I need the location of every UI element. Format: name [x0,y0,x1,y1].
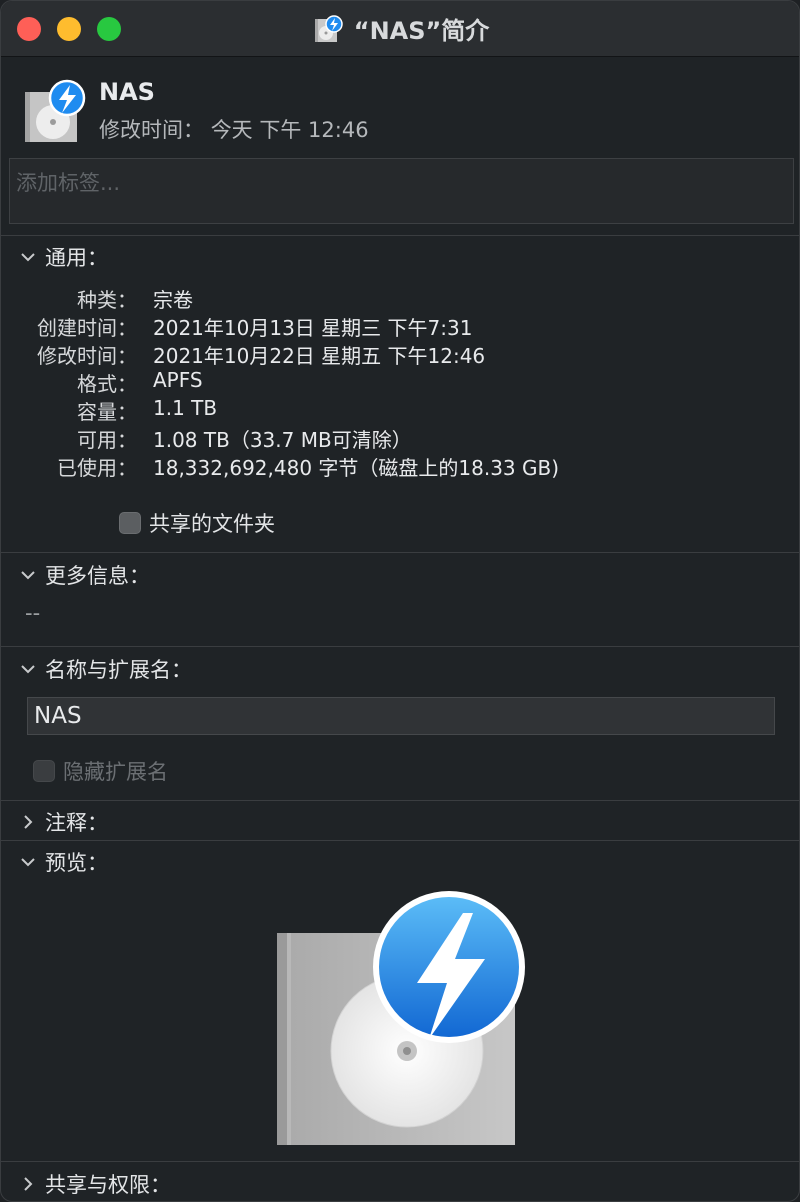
info-label: 格式： [77,372,137,396]
info-value: 1.08 TB（33.7 MB可清除） [153,428,412,452]
hide-extension-checkbox[interactable] [33,760,55,782]
hide-extension-label: 隐藏扩展名 [63,760,168,784]
section-comments-toggle[interactable]: 注释： [19,807,108,835]
section-name-ext-title: 名称与扩展名： [45,658,192,682]
section-more-info-toggle[interactable]: 更多信息： [19,560,150,588]
hide-extension-option[interactable]: 隐藏扩展名 [33,756,168,784]
info-row-used: 已使用： 18,332,692,480 字节（磁盘上的18.33 GB) [1,452,799,480]
title-bar[interactable]: “NAS”简介 [1,1,799,57]
info-window: “NAS”简介 NAS 修改时间： 今天 下午 12:46 添加标签... 通用… [0,0,800,1202]
name-input[interactable] [27,697,775,735]
info-row-created: 创建时间： 2021年10月13日 星期三 下午7:31 [1,312,799,340]
info-label: 容量： [77,400,137,424]
tags-field[interactable]: 添加标签... [9,158,794,224]
modified-line: 修改时间： 今天 下午 12:46 [99,114,369,144]
disk-image-icon [314,14,343,42]
section-sharing-title: 共享与权限： [45,1173,171,1197]
chevron-right-icon [24,815,33,829]
modified-label: 修改时间： [99,118,204,142]
divider [1,552,799,553]
preview-disk-icon [277,891,525,1145]
info-label: 已使用： [57,456,137,480]
divider [1,1161,799,1162]
info-label: 修改时间： [37,344,137,368]
divider [1,235,799,236]
info-row-format: 格式： APFS [1,368,799,396]
info-value: 1.1 TB [153,396,218,420]
divider [1,840,799,841]
info-value: 宗卷 [153,288,193,312]
chevron-down-icon [21,858,35,867]
shared-folder-checkbox[interactable] [119,512,141,534]
info-value: APFS [153,368,203,392]
info-label: 可用： [77,428,137,452]
info-value: 2021年10月22日 星期五 下午12:46 [153,344,486,368]
info-row-available: 可用： 1.08 TB（33.7 MB可清除） [1,424,799,452]
section-general-title: 通用： [45,246,108,270]
divider [1,646,799,647]
info-row-modified: 修改时间： 2021年10月22日 星期五 下午12:46 [1,340,799,368]
section-general-toggle[interactable]: 通用： [19,242,108,270]
info-label: 种类： [77,288,137,312]
info-row-kind: 种类： 宗卷 [1,284,799,312]
dmg-volume-icon [25,79,86,142]
chevron-down-icon [21,253,35,262]
section-name-ext-toggle[interactable]: 名称与扩展名： [19,654,192,682]
tags-placeholder: 添加标签... [16,171,121,195]
info-label: 创建时间： [37,316,137,340]
info-value: 18,332,692,480 字节（磁盘上的18.33 GB) [153,456,560,480]
shared-folder-option[interactable]: 共享的文件夹 [119,508,275,536]
more-info-value: -- [25,601,41,625]
section-preview-toggle[interactable]: 预览： [19,847,108,875]
section-sharing-toggle[interactable]: 共享与权限： [19,1169,171,1197]
file-name: NAS [99,78,155,106]
chevron-down-icon [21,665,35,674]
chevron-right-icon [24,1177,33,1191]
section-more-info-title: 更多信息： [45,564,150,588]
window-title-group: “NAS”简介 [1,11,799,47]
modified-value: 今天 下午 12:46 [210,118,369,142]
window-title: “NAS”简介 [353,17,490,45]
shared-folder-label: 共享的文件夹 [149,512,275,536]
chevron-down-icon [21,571,35,580]
divider [1,800,799,801]
info-value: 2021年10月13日 星期三 下午7:31 [153,316,473,340]
section-preview-title: 预览： [45,851,108,875]
info-row-capacity: 容量： 1.1 TB [1,396,799,424]
info-header: NAS 修改时间： 今天 下午 12:46 [1,58,799,158]
section-comments-title: 注释： [45,811,108,835]
